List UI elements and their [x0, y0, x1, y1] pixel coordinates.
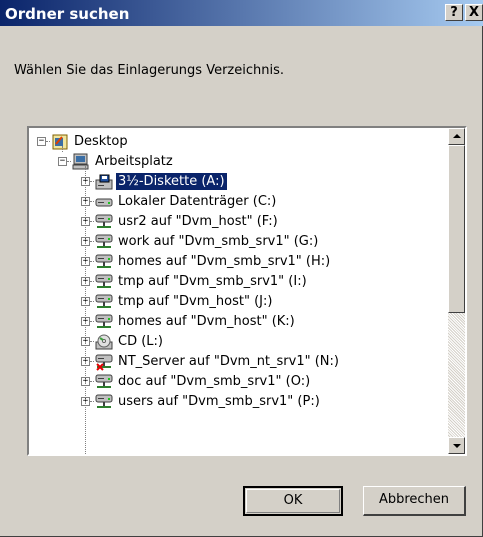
tree-item-label[interactable]: work auf "Dvm_smb_srv1" (G:)	[116, 233, 320, 250]
disconnected-network-drive-icon	[94, 353, 114, 371]
tree-content: − Desktop − Arbeitsplatz +3½-Diskette (A:) + L…	[29, 128, 445, 454]
tree-item-label[interactable]: Lokaler Datenträger (C:)	[116, 193, 278, 210]
tree-item[interactable]: +3½-Diskette (A:)	[29, 172, 445, 192]
floppy-drive-icon	[94, 173, 114, 191]
tree-item[interactable]: + tmp auf "Dvm_smb_srv1" (I:)	[29, 272, 445, 292]
tree-connector	[62, 146, 63, 152]
tree-item-label[interactable]: tmp auf "Dvm_smb_srv1" (I:)	[116, 273, 309, 290]
tree-item-label[interactable]: homes auf "Dvm_smb_srv1" (H:)	[116, 253, 332, 270]
tree-item[interactable]: − Desktop	[29, 132, 445, 152]
folder-tree[interactable]: − Desktop − Arbeitsplatz +3½-Diskette (A:) + L…	[27, 126, 467, 456]
tree-item-label[interactable]: homes auf "Dvm_host" (K:)	[116, 313, 297, 330]
tree-item[interactable]: + homes auf "Dvm_smb_srv1" (H:)	[29, 252, 445, 272]
scroll-thumb[interactable]	[448, 145, 465, 313]
help-button[interactable]: ?	[445, 4, 463, 21]
tree-item[interactable]: + NT_Server auf "Dvm_nt_srv1" (N:)	[29, 352, 445, 372]
scroll-up-button[interactable]	[448, 128, 465, 145]
hard-drive-icon	[94, 193, 114, 211]
vertical-scrollbar[interactable]	[448, 128, 465, 454]
tree-item-label[interactable]: Arbeitsplatz	[93, 153, 175, 170]
tree-item-label[interactable]: CD (L:)	[116, 333, 165, 350]
computer-icon	[71, 153, 91, 171]
tree-item[interactable]: + tmp auf "Dvm_host" (J:)	[29, 292, 445, 312]
tree-item[interactable]: + work auf "Dvm_smb_srv1" (G:)	[29, 232, 445, 252]
arrow-up-icon	[453, 134, 461, 138]
tree-item-label[interactable]: users auf "Dvm_smb_srv1" (P:)	[116, 393, 322, 410]
cancel-button[interactable]: Abbrechen	[363, 486, 466, 516]
close-button[interactable]: X	[465, 4, 483, 21]
tree-item-label[interactable]: 3½-Diskette (A:)	[115, 172, 228, 191]
tree-item[interactable]: + users auf "Dvm_smb_srv1" (P:)	[29, 392, 445, 412]
tree-item[interactable]: + doc auf "Dvm_smb_srv1" (O:)	[29, 372, 445, 392]
tree-item[interactable]: + homes auf "Dvm_host" (K:)	[29, 312, 445, 332]
cd-drive-icon	[94, 333, 114, 351]
network-drive-icon	[94, 273, 114, 291]
network-drive-icon	[94, 253, 114, 271]
arrow-down-icon	[453, 444, 461, 448]
collapse-icon[interactable]: −	[58, 157, 67, 166]
ok-button[interactable]: OK	[243, 486, 343, 516]
network-drive-icon	[94, 233, 114, 251]
desktop-icon	[50, 133, 70, 151]
title-bar[interactable]: Ordner suchen ? X	[0, 0, 483, 26]
tree-item[interactable]: + CD (L:)	[29, 332, 445, 352]
network-drive-icon	[94, 393, 114, 411]
tree-item-label[interactable]: usr2 auf "Dvm_host" (F:)	[116, 213, 280, 230]
dialog-description: Wählen Sie das Einlagerungs Verzeichnis.	[14, 63, 285, 78]
network-drive-icon	[94, 293, 114, 311]
tree-item[interactable]: + usr2 auf "Dvm_host" (F:)	[29, 212, 445, 232]
window-title: Ordner suchen	[5, 5, 130, 23]
tree-item-label[interactable]: tmp auf "Dvm_host" (J:)	[116, 293, 274, 310]
tree-connector	[85, 166, 86, 454]
tree-item-label[interactable]: doc auf "Dvm_smb_srv1" (O:)	[116, 373, 312, 390]
tree-item[interactable]: − Arbeitsplatz	[29, 152, 445, 172]
tree-item-label[interactable]: NT_Server auf "Dvm_nt_srv1" (N:)	[116, 353, 341, 370]
tree-item[interactable]: + Lokaler Datenträger (C:)	[29, 192, 445, 212]
tree-item-label[interactable]: Desktop	[72, 133, 130, 150]
network-drive-icon	[94, 213, 114, 231]
network-drive-icon	[94, 373, 114, 391]
collapse-icon[interactable]: −	[37, 137, 46, 146]
folder-browse-dialog: Ordner suchen ? X Wählen Sie das Einlage…	[0, 0, 483, 537]
scroll-down-button[interactable]	[448, 437, 465, 454]
network-drive-icon	[94, 313, 114, 331]
